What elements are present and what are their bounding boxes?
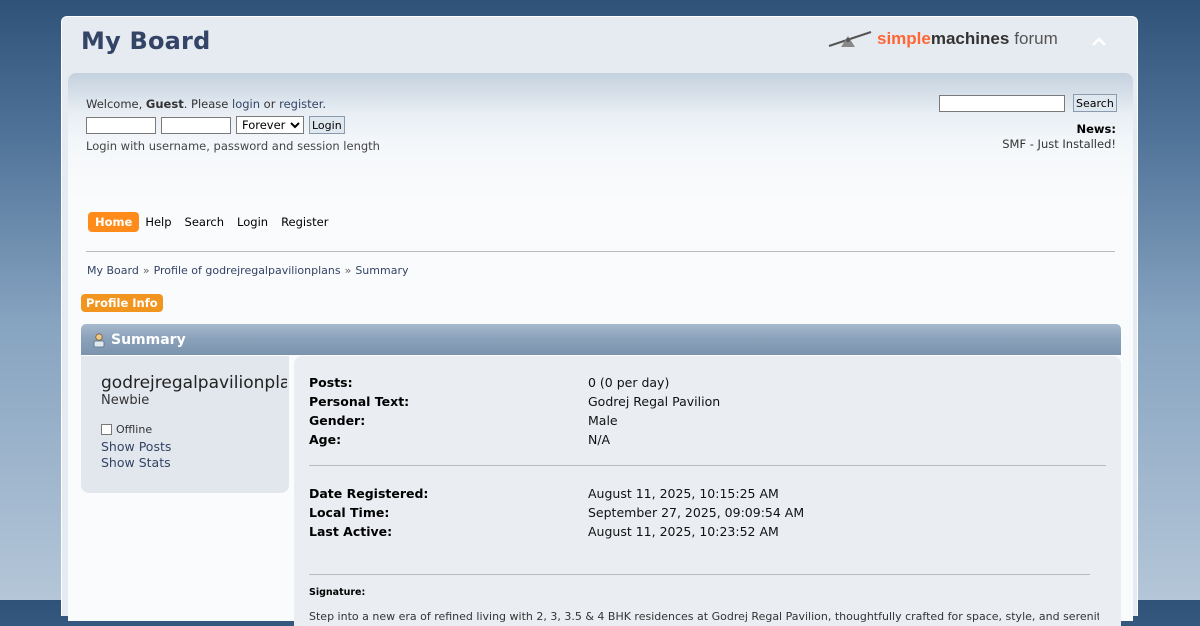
detail-value: August 11, 2025, 10:15:25 AM bbox=[588, 486, 779, 501]
simple-machines-logo[interactable]: simplemachines forum bbox=[827, 25, 1058, 53]
main-wrapper: My Board simplemachines forum Welcome, Gu… bbox=[61, 16, 1138, 626]
detail-value: 0 (0 per day) bbox=[588, 375, 670, 390]
chevron-up-icon[interactable] bbox=[1092, 31, 1106, 50]
logo-forum: forum bbox=[1014, 29, 1058, 48]
menu-item-home[interactable]: Home bbox=[88, 212, 140, 232]
logo-icon bbox=[828, 30, 872, 48]
search-button[interactable]: Search bbox=[1073, 94, 1117, 112]
login-link[interactable]: login bbox=[232, 97, 260, 111]
period-text: . bbox=[322, 97, 327, 111]
session-length-select[interactable]: Forever bbox=[236, 116, 304, 134]
detail-label: Personal Text: bbox=[309, 394, 410, 409]
profile-info-tab[interactable]: Profile Info bbox=[81, 294, 163, 312]
login-button[interactable]: Login bbox=[309, 116, 345, 134]
login-help-text: Login with username, password and sessio… bbox=[86, 139, 380, 153]
show-stats-link[interactable]: Show Stats bbox=[101, 455, 171, 470]
breadcrumb: My Board» Profile of godrejregalpavilionp… bbox=[87, 264, 408, 277]
search-form: Search bbox=[939, 94, 1117, 112]
menu-item-register[interactable]: Register bbox=[274, 212, 335, 232]
breadcrumb-item-profile[interactable]: Profile of godrejregalpavilionplans bbox=[154, 264, 341, 277]
show-posts-link[interactable]: Show Posts bbox=[101, 439, 171, 454]
news-text: SMF - Just Installed! bbox=[1002, 137, 1116, 151]
detail-value: August 11, 2025, 10:23:52 AM bbox=[588, 524, 779, 539]
register-link[interactable]: register bbox=[279, 97, 322, 111]
profile-username: godrejregalpavilionplans bbox=[101, 373, 287, 393]
signature-divider bbox=[309, 574, 1090, 575]
breadcrumb-separator: » bbox=[142, 264, 150, 277]
welcome-message: Welcome, Guest. Please login or register… bbox=[86, 97, 326, 111]
summary-header: Summary bbox=[81, 324, 1121, 355]
summary-title: Summary bbox=[111, 331, 186, 348]
menu-item-login[interactable]: Login bbox=[230, 212, 275, 232]
detail-label: Gender: bbox=[309, 413, 366, 428]
offline-icon bbox=[101, 424, 112, 435]
logo-text: simplemachines forum bbox=[877, 29, 1058, 49]
welcome-prefix: Welcome, bbox=[86, 97, 143, 111]
user-section: Welcome, Guest. Please login or register… bbox=[68, 73, 1133, 201]
username-input[interactable] bbox=[86, 116, 156, 134]
user-icon bbox=[93, 332, 105, 347]
signature-text: Step into a new era of refined living wi… bbox=[309, 610, 1099, 623]
detail-label: Age: bbox=[309, 432, 342, 447]
menu-item-help[interactable]: Help bbox=[138, 212, 178, 232]
signature-label: Signature: bbox=[309, 587, 366, 598]
menu-divider bbox=[86, 251, 1115, 252]
login-form: Forever Login bbox=[86, 116, 345, 134]
online-status-text: Offline bbox=[116, 423, 153, 436]
content-section: Home Help Search Login Register My Board… bbox=[68, 201, 1133, 626]
forum-title[interactable]: My Board bbox=[81, 27, 210, 55]
breadcrumb-item-board[interactable]: My Board bbox=[87, 264, 139, 277]
detail-divider bbox=[309, 465, 1106, 466]
detail-label: Last Active: bbox=[309, 524, 393, 539]
basic-info-panel: godrejregalpavilionplans Newbie Offline … bbox=[81, 356, 289, 493]
detail-value: N/A bbox=[588, 432, 611, 447]
news-section: News: SMF - Just Installed! bbox=[1002, 122, 1116, 152]
detailed-info-panel: Posts: 0 (0 per day) Personal Text: Godrej… bbox=[294, 356, 1121, 626]
detail-value: Male bbox=[588, 413, 618, 428]
detail-value: September 27, 2025, 09:09:54 AM bbox=[588, 505, 805, 520]
main-menu: Home Help Search Login Register bbox=[88, 212, 334, 232]
guest-label: Guest bbox=[145, 97, 184, 111]
search-input[interactable] bbox=[939, 94, 1065, 112]
password-input[interactable] bbox=[161, 116, 231, 134]
breadcrumb-separator: » bbox=[344, 264, 352, 277]
member-position: Newbie bbox=[101, 393, 150, 408]
detail-label: Local Time: bbox=[309, 505, 390, 520]
or-text: or bbox=[263, 97, 276, 111]
detail-label: Date Registered: bbox=[309, 486, 429, 501]
detail-value: Godrej Regal Pavilion bbox=[588, 394, 721, 409]
logo-machines: machines bbox=[930, 29, 1010, 48]
breadcrumb-item-summary[interactable]: Summary bbox=[355, 264, 408, 277]
please-text: . Please bbox=[183, 97, 229, 111]
menu-item-search[interactable]: Search bbox=[178, 212, 232, 232]
detail-label: Posts: bbox=[309, 375, 353, 390]
news-label: News: bbox=[1076, 122, 1117, 136]
online-status: Offline bbox=[101, 423, 152, 436]
logo-simple: simple bbox=[877, 29, 931, 48]
